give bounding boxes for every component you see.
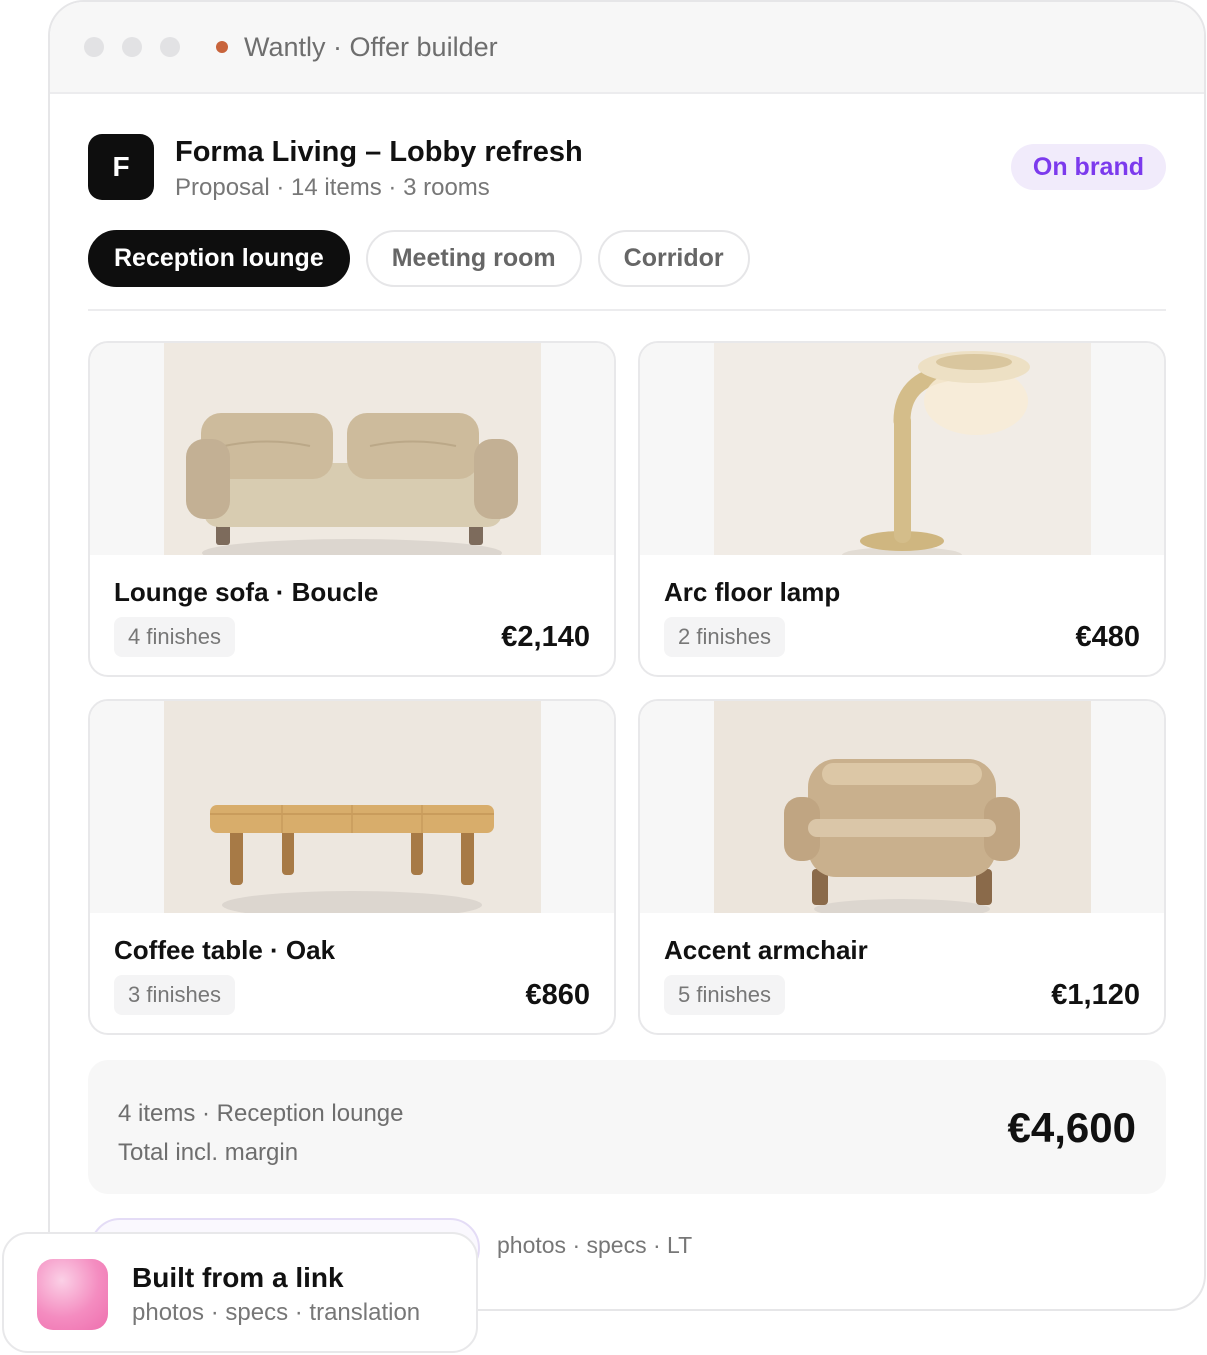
- tab-meeting-room[interactable]: Meeting room: [365, 230, 582, 287]
- product-price: €860: [525, 979, 590, 1011]
- footer-caption: photos · specs · LT: [497, 1232, 693, 1258]
- header-divider: [88, 309, 1166, 311]
- finishes-chip[interactable]: 3 finishes: [114, 975, 235, 1015]
- coffee-table-illustration: [164, 701, 541, 913]
- finishes-chip[interactable]: 2 finishes: [664, 617, 785, 657]
- tab-corridor[interactable]: Corridor: [597, 230, 750, 287]
- room-tabs: Reception lounge Meeting room Corridor: [88, 230, 750, 287]
- window-title: Wantly · Offer builder: [244, 31, 498, 62]
- product-card[interactable]: Accent armchair 5 finishes €1,120: [638, 699, 1166, 1035]
- window-close-button[interactable]: [84, 37, 104, 57]
- product-price: €480: [1075, 621, 1140, 653]
- project-header: F Forma Living – Lobby refresh Proposal …: [88, 134, 1166, 204]
- product-price: €1,120: [1051, 979, 1140, 1011]
- product-name: Coffee table · Oak: [114, 935, 336, 965]
- room-summary: 4 items · Reception lounge Total incl. m…: [88, 1060, 1166, 1194]
- tab-reception-lounge[interactable]: Reception lounge: [88, 230, 350, 287]
- toast-title: Built from a link: [132, 1262, 344, 1293]
- sofa-illustration: [164, 343, 541, 555]
- finishes-chip[interactable]: 4 finishes: [114, 617, 235, 657]
- floor-lamp-illustration: [714, 343, 1091, 555]
- product-grid: Lounge sofa · Boucle 4 finishes €2,140 A…: [88, 341, 1166, 1035]
- notification-toast: Built from a link photos · specs · trans…: [2, 1232, 478, 1353]
- product-image: [90, 701, 614, 913]
- summary-items: 4 items · Reception lounge: [118, 1100, 404, 1127]
- app-window: Wantly · Offer builder F Forma Living – …: [48, 0, 1206, 1311]
- product-price: €2,140: [501, 621, 590, 653]
- gradient-app-icon: [37, 1259, 108, 1330]
- product-image: [640, 701, 1164, 913]
- product-name: Accent armchair: [664, 935, 868, 965]
- status-dot-icon: [216, 41, 228, 53]
- project-subtitle: Proposal · 14 items · 3 rooms: [175, 174, 490, 201]
- product-image: [90, 343, 614, 555]
- summary-total: €4,600: [1007, 1104, 1136, 1151]
- client-logo: F: [88, 134, 154, 200]
- product-name: Arc floor lamp: [664, 577, 841, 607]
- product-card[interactable]: Coffee table · Oak 3 finishes €860: [88, 699, 616, 1035]
- project-title: Forma Living – Lobby refresh: [175, 136, 583, 168]
- product-card[interactable]: Arc floor lamp 2 finishes €480: [638, 341, 1166, 677]
- product-card[interactable]: Lounge sofa · Boucle 4 finishes €2,140: [88, 341, 616, 677]
- summary-label: Total incl. margin: [118, 1139, 299, 1166]
- on-brand-badge: On brand: [1010, 144, 1166, 190]
- title-bar: Wantly · Offer builder: [50, 2, 1204, 94]
- toast-subtitle: photos · specs · translation: [132, 1299, 421, 1326]
- window-maximize-button[interactable]: [160, 37, 180, 57]
- product-image: [640, 343, 1164, 555]
- window-minimize-button[interactable]: [122, 37, 142, 57]
- armchair-illustration: [714, 701, 1091, 913]
- finishes-chip[interactable]: 5 finishes: [664, 975, 785, 1015]
- product-name: Lounge sofa · Boucle: [114, 577, 379, 607]
